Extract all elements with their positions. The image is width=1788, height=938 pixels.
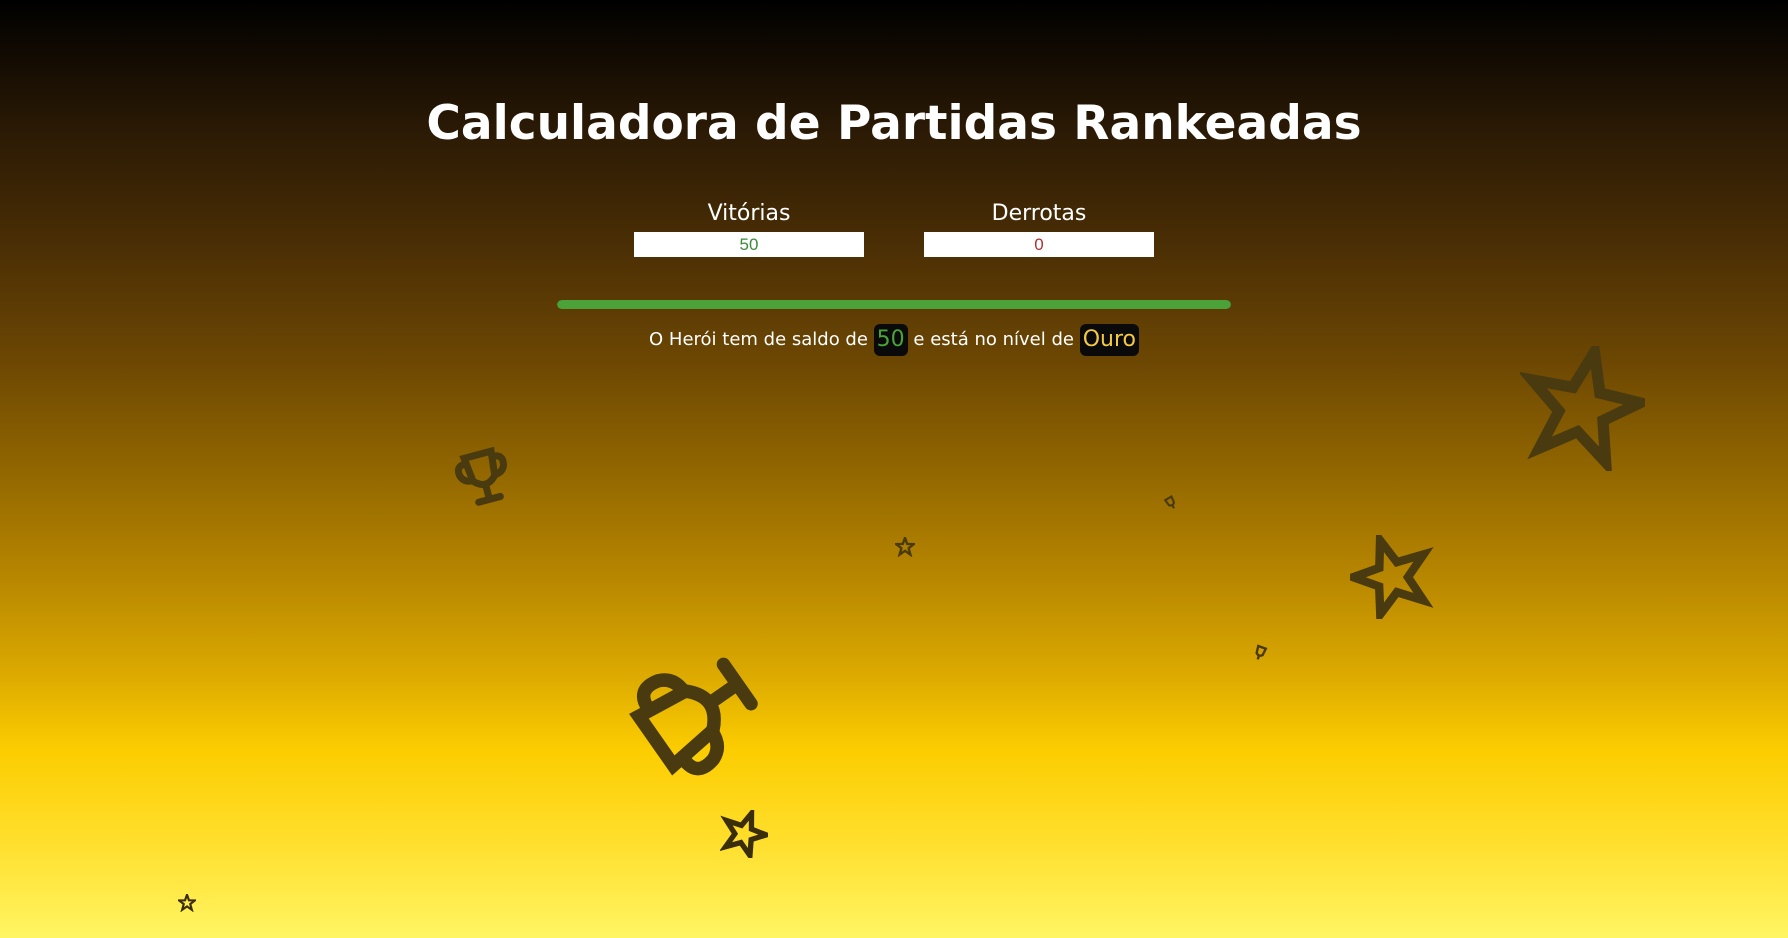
star-icon — [178, 894, 196, 912]
losses-label: Derrotas — [991, 201, 1087, 226]
progress-bar — [557, 300, 1231, 309]
page-title: Calculadora de Partidas Rankeadas — [426, 96, 1362, 151]
result-prefix: O Herói tem de saldo de — [649, 329, 868, 350]
progress-fill — [557, 300, 1231, 309]
losses-field: Derrotas — [924, 200, 1154, 257]
trophy-icon — [454, 446, 508, 506]
balance-badge: 50 — [873, 324, 908, 356]
trophy-icon — [1255, 644, 1268, 660]
wins-input[interactable] — [634, 232, 864, 257]
result-middle: e está no nível de — [913, 329, 1074, 350]
level-badge: Ouro — [1079, 324, 1139, 356]
trophy-icon — [629, 657, 758, 776]
star-icon — [1350, 535, 1434, 619]
losses-input[interactable] — [924, 232, 1154, 257]
star-icon — [895, 537, 915, 557]
star-icon — [1520, 346, 1645, 471]
trophy-icon — [1163, 494, 1176, 509]
wins-field: Vitórias — [634, 200, 864, 257]
wins-label: Vitórias — [707, 201, 791, 226]
star-icon — [720, 810, 768, 858]
